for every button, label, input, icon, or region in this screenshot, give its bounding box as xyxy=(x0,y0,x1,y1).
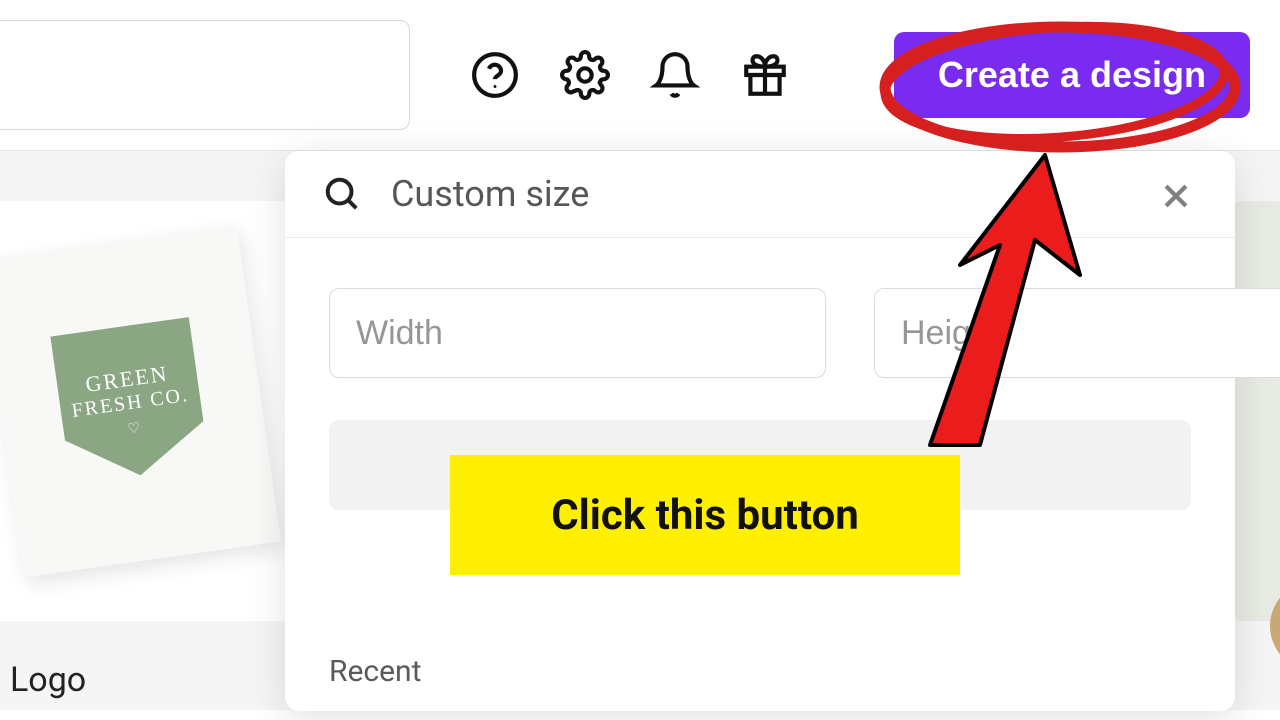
create-design-button[interactable]: Create a design xyxy=(894,32,1250,118)
custom-size-row: px xyxy=(285,238,1235,408)
header-icons xyxy=(470,50,790,100)
search-icon xyxy=(323,175,361,213)
main-content: GREEN FRESH CO. ♡ Logo Custom size xyxy=(0,150,1280,710)
header-bar: Create a design xyxy=(0,0,1280,150)
annotation-callout: Click this button xyxy=(450,455,960,575)
category-label: Logo xyxy=(10,660,86,700)
template-card[interactable]: GREEN FRESH CO. ♡ xyxy=(0,201,300,621)
logo-preview: GREEN FRESH CO. ♡ xyxy=(0,224,281,577)
search-placeholder-text: Custom size xyxy=(391,173,589,215)
template-card-right[interactable] xyxy=(1230,201,1280,621)
search-input[interactable] xyxy=(0,20,410,130)
recent-label: Recent xyxy=(329,654,421,689)
width-input[interactable] xyxy=(329,288,826,378)
close-icon[interactable] xyxy=(1159,179,1193,213)
cookie-graphic xyxy=(1270,581,1280,671)
gear-icon[interactable] xyxy=(560,50,610,100)
create-design-popup: Custom size px Recent xyxy=(285,151,1235,711)
badge-graphic: GREEN FRESH CO. ♡ xyxy=(50,317,210,485)
popup-search-row[interactable]: Custom size xyxy=(285,151,1235,238)
bell-icon[interactable] xyxy=(650,50,700,100)
help-icon[interactable] xyxy=(470,50,520,100)
gift-icon[interactable] xyxy=(740,50,790,100)
height-input[interactable] xyxy=(874,288,1280,378)
heart-icon: ♡ xyxy=(126,419,141,437)
